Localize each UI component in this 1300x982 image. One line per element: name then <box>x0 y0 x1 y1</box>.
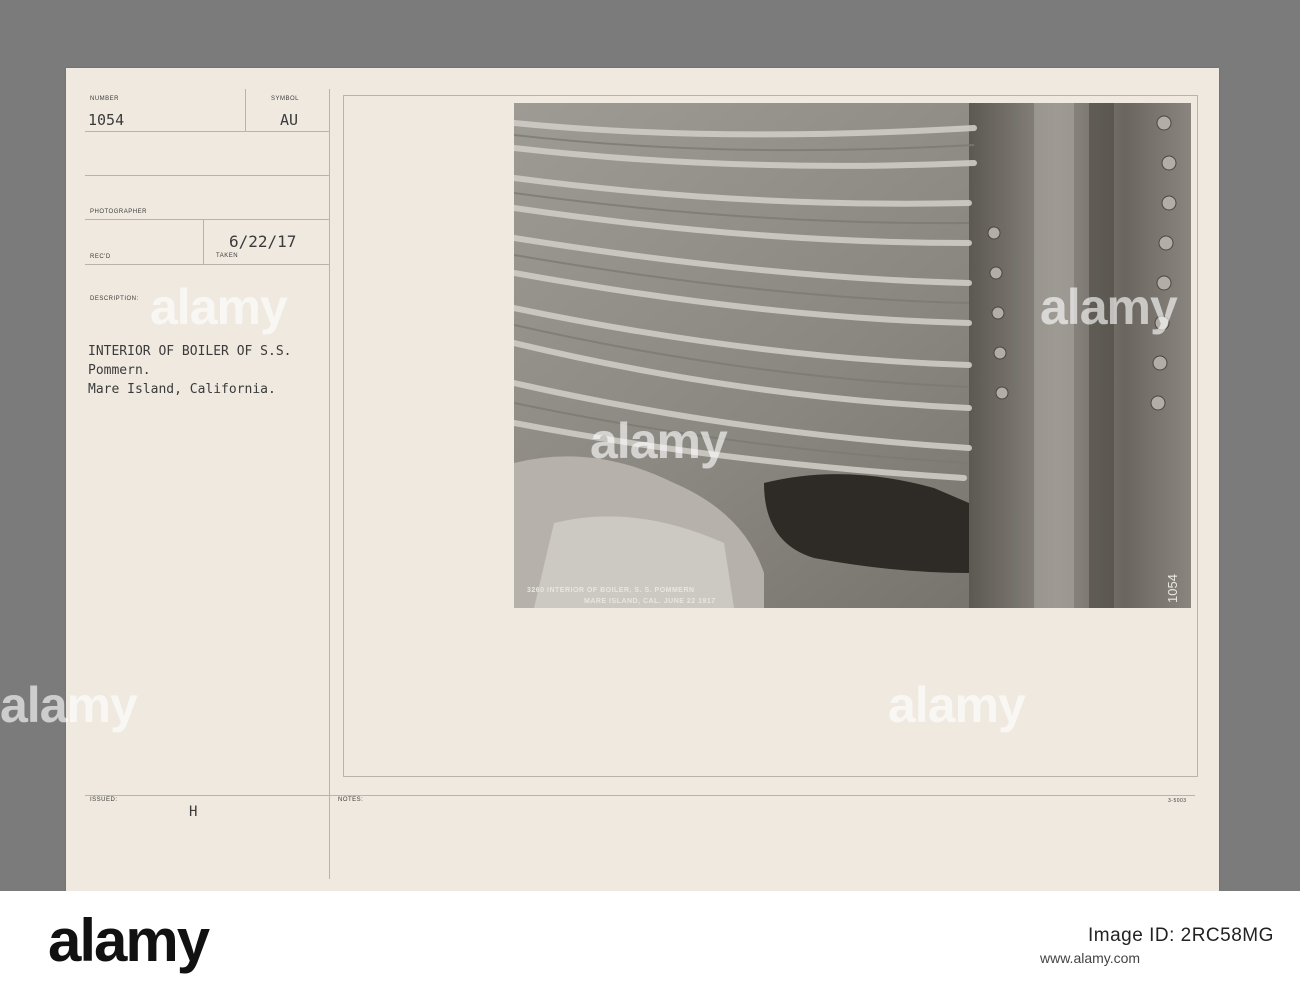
form-rule-1 <box>85 131 329 132</box>
photo-frame-top <box>343 95 1197 96</box>
watermark-5: alamy <box>888 677 1026 733</box>
form-code: 3-5003 <box>1168 798 1187 804</box>
watermark-1: alamy <box>150 279 288 335</box>
left-panel-border <box>329 89 330 879</box>
notes-label: NOTES: <box>338 797 364 803</box>
recd-label: REC'D <box>90 254 111 260</box>
taken-date: 6/22/17 <box>229 232 297 251</box>
description-line-2: Pommern. <box>88 363 151 378</box>
photo-frame-left <box>343 95 344 777</box>
boiler-interior-image: 1054 <box>514 103 1191 608</box>
boiler-interior-photo: 1054 3260 INTERIOR OF BOILER, S. S. POMM… <box>514 103 1191 608</box>
number-label: NUMBER <box>90 96 120 102</box>
number-symbol-divider <box>245 89 246 131</box>
recd-taken-divider <box>203 219 204 264</box>
description-label: DESCRIPTION: <box>90 296 139 302</box>
alamy-logo: alamy <box>48 907 210 974</box>
photo-side-number: 1054 <box>1165 574 1180 603</box>
description-line-3: Mare Island, California. <box>88 382 276 397</box>
watermark-4: alamy <box>0 677 138 733</box>
watermark-3: alamy <box>1040 279 1178 335</box>
form-rule-bottom <box>85 795 1195 796</box>
photo-caption-line-2: MARE ISLAND, CAL. JUNE 22 1917 <box>584 598 716 605</box>
photographer-label: PHOTOGRAPHER <box>90 209 147 215</box>
photo-frame-bottom <box>343 776 1197 777</box>
stock-url: www.alamy.com <box>1040 950 1141 966</box>
form-rule-4 <box>85 264 329 265</box>
photo-caption-line-1: 3260 INTERIOR OF BOILER, S. S. POMMERN <box>527 587 695 594</box>
description-line-1: INTERIOR OF BOILER OF S.S. <box>88 344 292 359</box>
form-rule-3 <box>85 219 329 220</box>
number-value: 1054 <box>88 111 125 129</box>
image-id: Image ID: 2RC58MG <box>1088 925 1274 946</box>
taken-label: TAKEN <box>216 253 239 259</box>
symbol-label: SYMBOL <box>271 96 300 102</box>
issued-label: ISSUED: <box>90 797 118 803</box>
form-rule-2 <box>85 175 329 176</box>
watermark-2: alamy <box>590 413 728 469</box>
issued-value: H <box>189 804 198 820</box>
photo-frame-right <box>1197 95 1198 777</box>
symbol-value: AU <box>280 111 299 129</box>
